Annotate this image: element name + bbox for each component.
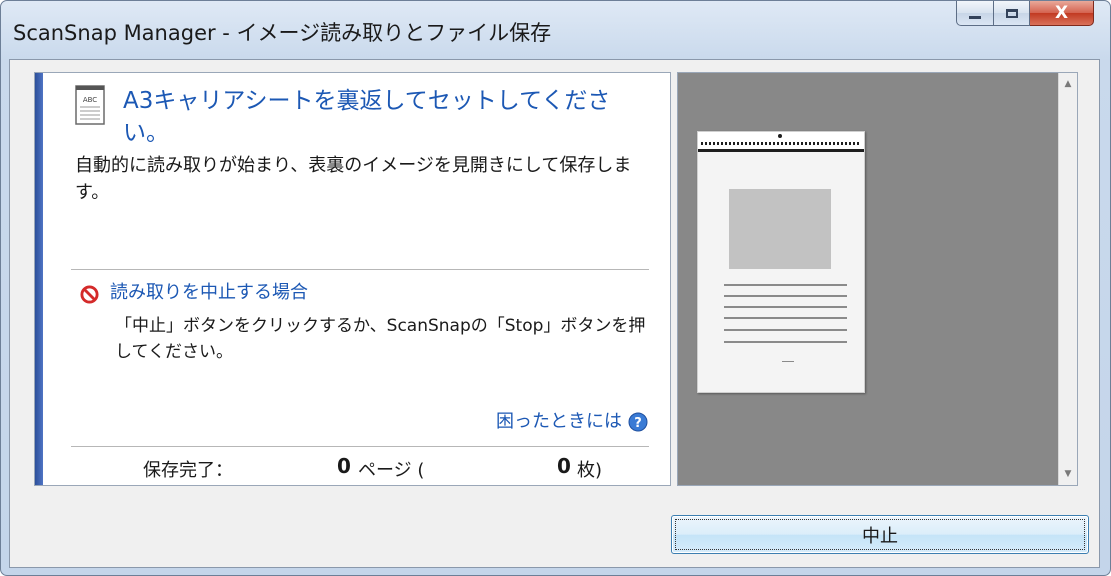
sheet-text-line [724,341,847,343]
sheets-unit: 枚) [577,460,603,481]
stop-button[interactable]: 中止 [671,515,1089,554]
sheet-text-line [724,306,847,308]
accent-bar [35,73,43,485]
document-icon-text: ABC [83,96,97,104]
maximize-button[interactable] [994,1,1030,26]
carrier-sheet-thumbnail [697,131,865,393]
save-status: 保存完了： 0 ページ ( 0 枚) [71,454,649,482]
focus-rect [675,519,1085,550]
cancel-info-title: 読み取りを中止する場合 [110,282,308,303]
preview-scrollbar[interactable]: ▲ ▼ [1058,73,1077,485]
main-instruction: A3キャリアシートを裏返してセットしてください。 [123,88,611,146]
sheet-text-line [724,284,847,286]
scroll-down-icon[interactable]: ▼ [1059,465,1077,483]
maximize-icon [1005,8,1018,18]
divider [71,269,649,270]
carrier-sheet-mark [778,134,782,138]
no-entry-icon [80,285,99,304]
scansnap-dialog-window: ScanSnap Manager - イメージ読み取りとファイル保存 X ABC… [0,0,1111,576]
question-icon: ? [628,412,648,432]
svg-text:?: ? [634,416,642,431]
message-panel: ABC A3キャリアシートを裏返してセットしてください。 自動的に読み取りが始ま… [34,72,671,486]
dialog-body: ABC A3キャリアシートを裏返してセットしてください。 自動的に読み取りが始ま… [9,59,1100,568]
sheets-count: 0 [557,454,571,478]
status-label: 保存完了： [143,460,233,481]
cancel-info-description: 「中止」ボタンをクリックするか、ScanSnapの「Stop」ボタンを押してくだ… [115,316,646,362]
close-icon: X [1054,2,1069,23]
image-preview-pane: ▲ ▼ [677,72,1078,486]
status-divider [71,446,649,447]
title-bar[interactable]: ScanSnap Manager - イメージ読み取りとファイル保存 X [1,1,1110,59]
document-abc-icon: ABC [75,85,105,125]
help-link[interactable]: 困ったときには ? [496,409,648,435]
sheet-page-mark [782,361,794,362]
sheet-image-block [729,189,831,269]
sheet-text-line [724,295,847,297]
sub-instruction: 自動的に読み取りが始まり、表裏のイメージを見開きにして保存します。 [75,155,632,203]
pages-unit: ページ ( [358,460,425,481]
carrier-sheet-header [698,132,864,152]
carrier-sheet-dots [701,142,861,145]
help-link-label: 困ったときには [496,411,622,432]
sheet-text-line [724,317,847,319]
minimize-icon [969,15,981,19]
close-button[interactable]: X [1030,1,1094,26]
pages-count: 0 [337,454,351,478]
minimize-button[interactable] [956,1,994,26]
window-title: ScanSnap Manager - イメージ読み取りとファイル保存 [13,21,552,45]
caption-buttons: X [956,1,1094,27]
scroll-up-icon[interactable]: ▲ [1059,75,1077,93]
sheet-text-line [724,329,847,331]
